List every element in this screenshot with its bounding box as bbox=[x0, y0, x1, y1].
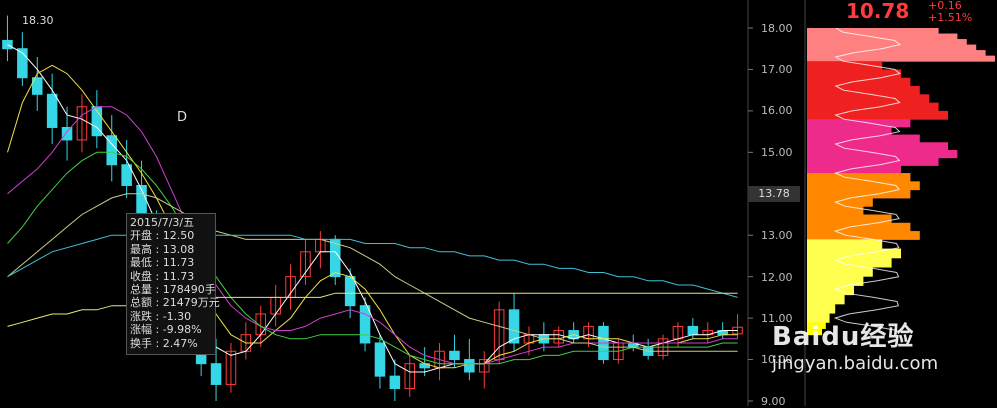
cost-distribution-bar bbox=[807, 266, 873, 277]
current-price-tag: 13.78 bbox=[748, 186, 800, 202]
cost-distribution-bar bbox=[807, 214, 892, 224]
y-tick: 17.00 bbox=[761, 63, 793, 76]
moving-average-line bbox=[7, 234, 738, 298]
candle-body bbox=[46, 93, 58, 128]
cost-distribution-bar bbox=[807, 77, 911, 87]
tooltip-low: 最低 : 11.73 bbox=[130, 256, 195, 270]
candle-body bbox=[210, 363, 222, 385]
cost-distribution-bar bbox=[807, 222, 911, 232]
candle-body bbox=[374, 342, 386, 377]
y-tick: 12.00 bbox=[761, 271, 793, 284]
cost-distribution-bar bbox=[807, 303, 836, 314]
moving-average-line bbox=[7, 193, 738, 352]
tooltip-turnover: 换手 : 2.47% bbox=[130, 336, 198, 350]
y-tick: 16.00 bbox=[761, 104, 793, 117]
cost-distribution-bar bbox=[807, 28, 939, 35]
chart-marker-d: D bbox=[177, 110, 188, 125]
candle-body bbox=[687, 325, 699, 336]
cost-distribution-bar bbox=[807, 50, 986, 57]
cost-distribution-bar bbox=[807, 44, 977, 51]
tooltip-high: 最高 : 13.08 bbox=[130, 242, 195, 256]
candle-body bbox=[389, 375, 401, 390]
cost-distribution-bar bbox=[807, 102, 939, 112]
moving-average-line bbox=[7, 151, 738, 365]
price-change-pct: +1.51% bbox=[928, 11, 973, 24]
cost-distribution-bar bbox=[807, 239, 883, 250]
tooltip-open: 开盘 : 12.50 bbox=[130, 229, 195, 243]
y-tick: 9.00 bbox=[761, 395, 786, 408]
watermark-brand: Baidu经验 bbox=[772, 322, 915, 352]
current-price: 10.78 bbox=[846, 0, 910, 23]
candle-body bbox=[61, 126, 73, 141]
tooltip-change: 涨跌 : -1.30 bbox=[130, 309, 192, 323]
moving-average-line bbox=[7, 44, 738, 373]
baidu-jingyan-watermark: Baidu经验 jingyan.baidu.com bbox=[772, 316, 938, 374]
high-marker-label: 18.30 bbox=[22, 14, 54, 27]
tooltip-date: 2015/7/3/五 bbox=[130, 216, 195, 229]
cost-distribution-bar bbox=[807, 94, 930, 104]
y-tick: 15.00 bbox=[761, 146, 793, 159]
cost-distribution-bar bbox=[807, 142, 948, 151]
watermark-url: jingyan.baidu.com bbox=[772, 353, 939, 374]
y-tick: 13.00 bbox=[761, 229, 793, 242]
tooltip-change-pct: 涨幅 : -9.98% bbox=[130, 323, 202, 337]
cost-distribution-bar bbox=[807, 173, 911, 182]
candle-body bbox=[449, 350, 460, 361]
cost-distribution-bar bbox=[807, 165, 901, 174]
moving-average-line bbox=[7, 292, 738, 327]
price-change: +0.16 +1.51% bbox=[928, 0, 972, 24]
cost-distribution-bar bbox=[807, 39, 967, 46]
candle-body bbox=[464, 359, 475, 373]
cost-distribution-bar bbox=[807, 181, 920, 191]
cost-distribution-bar bbox=[807, 157, 939, 166]
moving-average-line bbox=[7, 64, 738, 369]
cost-distribution-bar bbox=[807, 257, 892, 268]
cost-distribution-bar bbox=[807, 126, 892, 136]
cost-distribution-bar bbox=[807, 55, 995, 62]
candle-body bbox=[344, 276, 356, 307]
candle-body bbox=[2, 39, 13, 50]
cost-distribution-bar bbox=[807, 294, 845, 305]
cost-distribution-bar bbox=[807, 110, 948, 120]
candle-body bbox=[329, 238, 341, 278]
tooltip-close: 收盘 : 11.73 bbox=[130, 269, 195, 283]
cost-distribution-bar bbox=[807, 231, 920, 240]
candle-body bbox=[359, 305, 371, 344]
cost-distribution-bar bbox=[807, 197, 873, 207]
ohlc-tooltip: 2015/7/3/五 开盘 : 12.50 最高 : 13.08 最低 : 11… bbox=[126, 213, 220, 355]
cost-distribution-bar bbox=[807, 119, 911, 128]
y-tick: 18.00 bbox=[761, 22, 793, 35]
tooltip-volume: 总量 : 178490手 bbox=[130, 283, 216, 297]
tooltip-amount: 总额 : 21479万元 bbox=[130, 296, 220, 310]
